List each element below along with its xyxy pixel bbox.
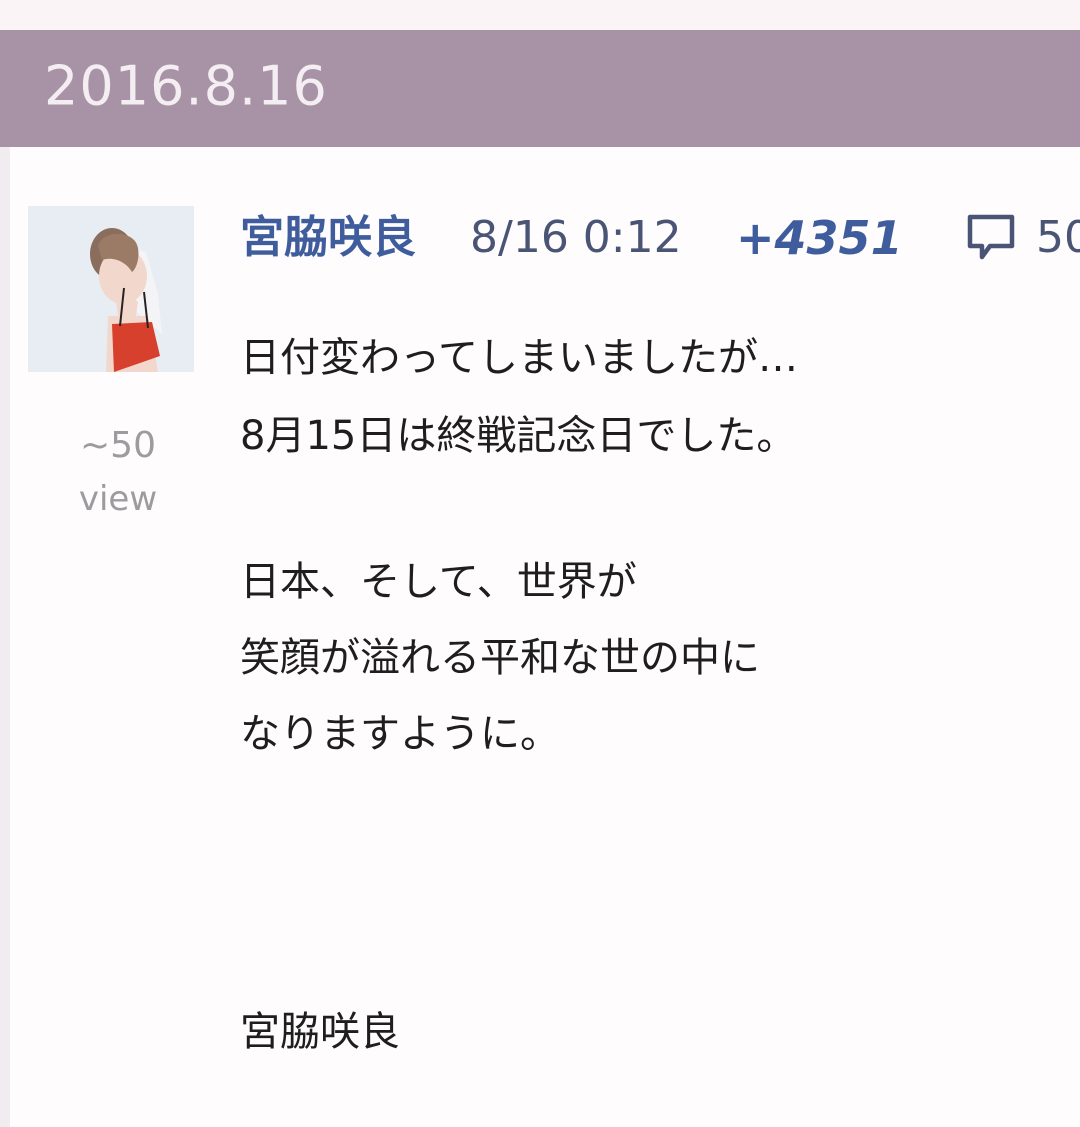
speech-bubble-icon — [967, 214, 1015, 260]
author-avatar[interactable] — [28, 206, 194, 372]
post-body-line: 日本、そして、世界が — [240, 559, 637, 605]
date-header: 2016.8.16 — [0, 30, 1080, 147]
comment-icon[interactable] — [964, 212, 1020, 264]
score-badge: +4351 — [736, 211, 903, 265]
post-signature: 宮脇咲良 — [240, 1009, 400, 1055]
post-body-line: 8月15日は終戦記念日でした。 — [240, 413, 797, 459]
top-strip — [0, 0, 1080, 30]
post-timestamp: 8/16 0:12 — [470, 212, 682, 263]
post-body-line: なりますように。 — [240, 711, 560, 757]
avatar-photo-icon — [28, 206, 194, 372]
view-label: view — [78, 479, 158, 519]
author-name-link[interactable]: 宮脇咲良 — [240, 216, 416, 260]
post-body-line: 日付変わってしまいましたが… — [240, 335, 798, 381]
post-date: 2016.8.16 — [44, 54, 328, 118]
view-count: ~50 — [80, 425, 156, 466]
post-body-line: 笑顔が溢れる平和な世の中に — [240, 635, 760, 681]
comment-count[interactable]: 50 — [1036, 216, 1080, 260]
